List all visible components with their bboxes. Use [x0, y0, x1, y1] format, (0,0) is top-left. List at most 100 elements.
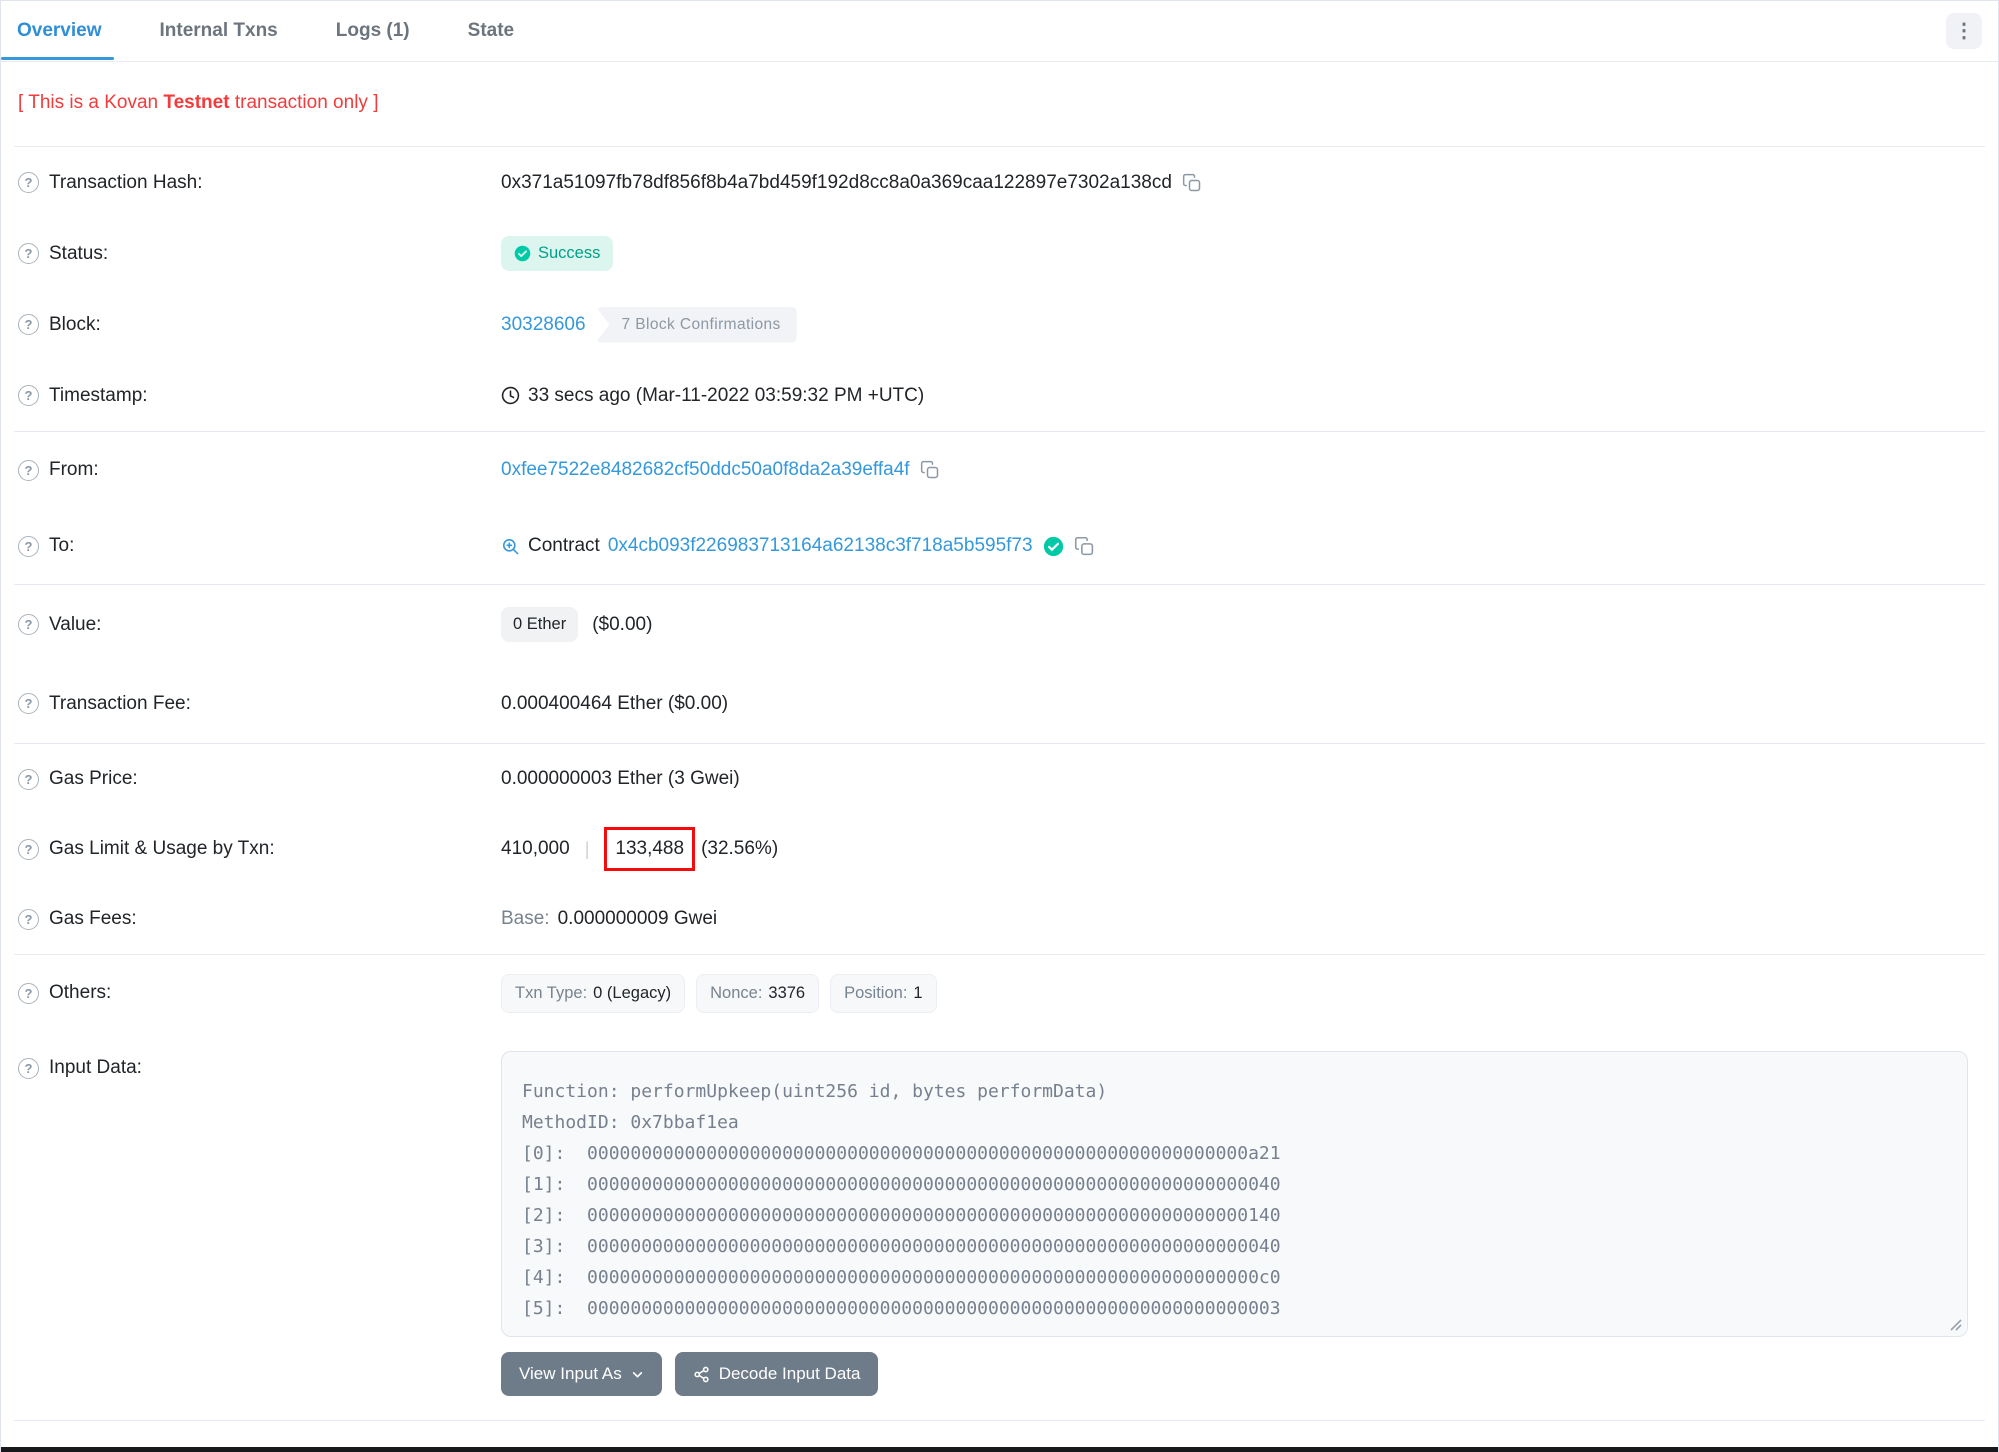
position-key: Position:	[844, 983, 908, 1002]
input-data-line: Function: performUpkeep(uint256 id, byte…	[522, 1081, 1108, 1102]
help-icon: ?	[18, 908, 39, 930]
tab-bar: Overview Internal Txns Logs (1) State ⋮	[1, 1, 1998, 62]
verified-check-icon	[1043, 536, 1063, 556]
help-icon: ?	[18, 614, 39, 635]
zoom-in-contract-button[interactable]	[501, 537, 520, 556]
help-icon: ?	[18, 838, 39, 860]
copy-icon	[1074, 536, 1093, 555]
gas-limit-usage-label: Gas Limit & Usage by Txn:	[49, 838, 275, 859]
help-icon: ?	[18, 385, 39, 406]
copy-from-address-button[interactable]	[920, 460, 940, 480]
decode-molecule-icon	[694, 1366, 709, 1382]
row-transaction-fee: ? Transaction Fee: 0.000400464 Ether ($0…	[1, 664, 1998, 743]
row-transaction-hash: ? Transaction Hash: 0x371a51097fb78df856…	[1, 147, 1998, 218]
testnet-warning: [ This is a Kovan Testnet transaction on…	[1, 62, 1998, 146]
from-label: From:	[49, 459, 99, 480]
timestamp-label: Timestamp:	[49, 384, 148, 406]
row-timestamp: ? Timestamp: 33 secs ago (Mar-11-2022 03…	[1, 360, 1998, 431]
more-options-button[interactable]: ⋮	[1946, 13, 1982, 49]
view-input-as-button[interactable]: View Input As	[501, 1352, 662, 1396]
section-others-input: ? Others: Txn Type: 0 (Legacy) Nonce: 33…	[1, 955, 1998, 1420]
help-icon: ?	[18, 693, 39, 714]
gas-used-annotation-box: 133,488	[604, 827, 696, 871]
tab-overview[interactable]: Overview	[1, 2, 113, 60]
to-label: To:	[49, 535, 75, 556]
status-badge: Success	[501, 236, 614, 271]
section-addresses: ? From: 0xfee7522e8482682cf50ddc50a0f8da…	[1, 432, 1998, 584]
input-data-line: [0]: 00000000000000000000000000000000000…	[522, 1143, 1281, 1164]
block-confirmations-badge: 7 Block Confirmations	[595, 306, 797, 343]
block-label: Block:	[49, 313, 101, 335]
transaction-hash-label: Transaction Hash:	[49, 171, 203, 193]
view-input-as-label: View Input As	[519, 1364, 622, 1383]
position-value: 1	[913, 983, 923, 1002]
row-others: ? Others: Txn Type: 0 (Legacy) Nonce: 33…	[1, 955, 1998, 1031]
to-contract-word: Contract	[528, 535, 600, 556]
help-icon: ?	[18, 314, 39, 335]
txn-type-value: 0 (Legacy)	[593, 983, 672, 1002]
help-icon: ?	[18, 459, 39, 481]
input-data-line: MethodID: 0x7bbaf1ea	[522, 1112, 739, 1133]
help-icon: ?	[18, 172, 39, 193]
txn-type-badge: Txn Type: 0 (Legacy)	[501, 973, 686, 1013]
others-label: Others:	[49, 982, 112, 1003]
gas-price-value: 0.000000003 Ether (3 Gwei)	[501, 768, 740, 789]
gas-fees-base-value: 0.000000009 Gwei	[557, 908, 718, 929]
warning-text-bold: Testnet	[163, 92, 230, 113]
chevron-down-icon	[632, 1371, 642, 1377]
footer-edge	[1, 1447, 1998, 1452]
copy-icon	[920, 460, 938, 479]
gas-separator: |	[584, 838, 590, 859]
row-gas-price: ? Gas Price: 0.000000003 Ether (3 Gwei)	[1, 744, 1998, 814]
input-data-line: [5]: 00000000000000000000000000000000000…	[522, 1298, 1281, 1319]
transaction-hash-value: 0x371a51097fb78df856f8b4a7bd459f192d8cc8…	[501, 171, 1172, 193]
row-to: ? To: Contract 0x4cb093f226983713164a621…	[1, 508, 1998, 584]
warning-text-suffix: transaction only ]	[229, 92, 379, 113]
section-gas: ? Gas Price: 0.000000003 Ether (3 Gwei) …	[1, 744, 1998, 954]
gas-price-label: Gas Price:	[49, 768, 138, 789]
help-icon: ?	[18, 243, 39, 264]
row-gas-limit-usage: ? Gas Limit & Usage by Txn: 410,000 | 13…	[1, 814, 1998, 884]
input-data-line: [4]: 00000000000000000000000000000000000…	[522, 1267, 1281, 1288]
kebab-icon: ⋮	[1954, 20, 1974, 42]
nonce-value: 3376	[768, 983, 806, 1002]
row-input-data: ? Input Data: Function: performUpkeep(ui…	[1, 1031, 1998, 1420]
success-check-icon	[514, 245, 531, 262]
position-badge: Position: 1	[830, 973, 937, 1013]
txn-type-key: Txn Type:	[515, 983, 588, 1002]
from-address-link[interactable]: 0xfee7522e8482682cf50ddc50a0f8da2a39effa…	[501, 459, 910, 481]
to-address-link[interactable]: 0x4cb093f226983713164a62138c3f718a5b595f…	[608, 535, 1033, 557]
tab-internal-txns[interactable]: Internal Txns	[160, 2, 278, 60]
nonce-badge: Nonce: 3376	[696, 973, 820, 1013]
zoom-in-icon	[502, 538, 519, 554]
decode-input-data-button[interactable]: Decode Input Data	[674, 1352, 879, 1396]
transaction-details-card: Overview Internal Txns Logs (1) State ⋮ …	[0, 0, 1999, 1452]
resize-handle-icon[interactable]	[1948, 1317, 1962, 1331]
decode-input-data-label: Decode Input Data	[718, 1364, 861, 1383]
input-data-textarea[interactable]: Function: performUpkeep(uint256 id, byte…	[501, 1051, 1968, 1337]
row-status: ? Status: Success	[1, 218, 1998, 289]
value-label: Value:	[49, 613, 102, 635]
transaction-fee-value: 0.000400464 Ether ($0.00)	[501, 692, 729, 714]
copy-to-address-button[interactable]	[1074, 536, 1095, 557]
nonce-key: Nonce:	[710, 983, 763, 1002]
help-icon: ?	[18, 535, 39, 557]
copy-tx-hash-button[interactable]	[1182, 173, 1202, 193]
timestamp-value: 33 secs ago (Mar-11-2022 03:59:32 PM +UT…	[528, 384, 925, 406]
gas-fees-label: Gas Fees:	[49, 908, 137, 929]
status-badge-text: Success	[538, 244, 601, 262]
help-icon: ?	[18, 1057, 39, 1079]
gas-limit-value: 410,000	[501, 838, 570, 859]
input-data-line: [1]: 00000000000000000000000000000000000…	[522, 1174, 1281, 1195]
gas-fees-base-label: Base:	[501, 908, 550, 929]
status-label: Status:	[49, 242, 109, 264]
input-data-line: [2]: 00000000000000000000000000000000000…	[522, 1205, 1281, 1226]
block-number-link[interactable]: 30328606	[501, 314, 586, 336]
copy-icon	[1182, 173, 1201, 191]
help-icon: ?	[18, 982, 39, 1004]
tab-state[interactable]: State	[468, 2, 514, 60]
tab-logs[interactable]: Logs (1)	[336, 2, 410, 60]
gas-used-value: 133,488	[615, 838, 685, 859]
row-block: ? Block: 30328606 7 Block Confirmations	[1, 289, 1998, 360]
gas-used-percent: (32.56%)	[701, 838, 779, 859]
